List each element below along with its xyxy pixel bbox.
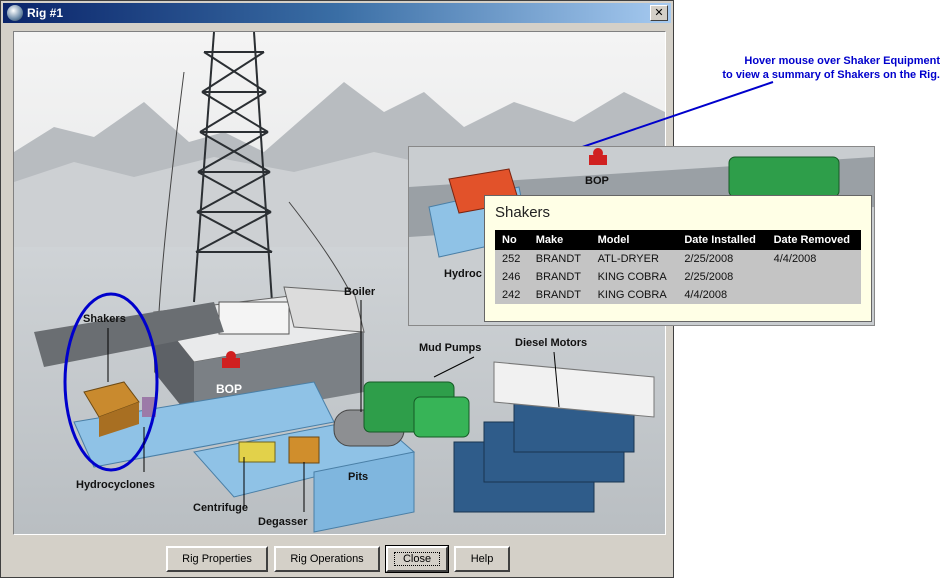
cell-no: 246	[495, 268, 529, 286]
cell-make: BRANDT	[528, 268, 591, 286]
cell-date-removed: 4/4/2008	[766, 250, 861, 268]
table-row: 242 BRANDT KING COBRA 4/4/2008	[495, 286, 861, 304]
cell-date-installed: 4/4/2008	[677, 286, 767, 304]
cell-model: KING COBRA	[590, 286, 678, 304]
col-date-removed: Date Removed	[766, 230, 861, 250]
cell-no: 252	[495, 250, 529, 268]
table-row: 252 BRANDT ATL-DRYER 2/25/2008 4/4/2008	[495, 250, 861, 268]
col-date-installed: Date Installed	[677, 230, 767, 250]
shakers-tooltip: Shakers No Make Model Date Installed Dat…	[484, 195, 872, 322]
table-row: 246 BRANDT KING COBRA 2/25/2008	[495, 268, 861, 286]
cell-make: BRANDT	[528, 286, 591, 304]
col-make: Make	[528, 230, 591, 250]
cell-make: BRANDT	[528, 250, 591, 268]
cell-model: KING COBRA	[590, 268, 678, 286]
col-no: No	[495, 230, 529, 250]
zoom-label-hydroc: Hydroc	[444, 268, 482, 280]
tooltip-title: Shakers	[495, 204, 551, 221]
zoom-label-bop: BOP	[585, 175, 609, 187]
cell-date-installed: 2/25/2008	[677, 250, 767, 268]
cell-date-removed	[766, 286, 861, 304]
col-model: Model	[590, 230, 678, 250]
cell-model: ATL-DRYER	[590, 250, 678, 268]
table-header-row: No Make Model Date Installed Date Remove…	[495, 230, 861, 250]
shakers-table: No Make Model Date Installed Date Remove…	[495, 230, 861, 304]
cell-date-removed	[766, 268, 861, 286]
cell-no: 242	[495, 286, 529, 304]
cell-date-installed: 2/25/2008	[677, 268, 767, 286]
